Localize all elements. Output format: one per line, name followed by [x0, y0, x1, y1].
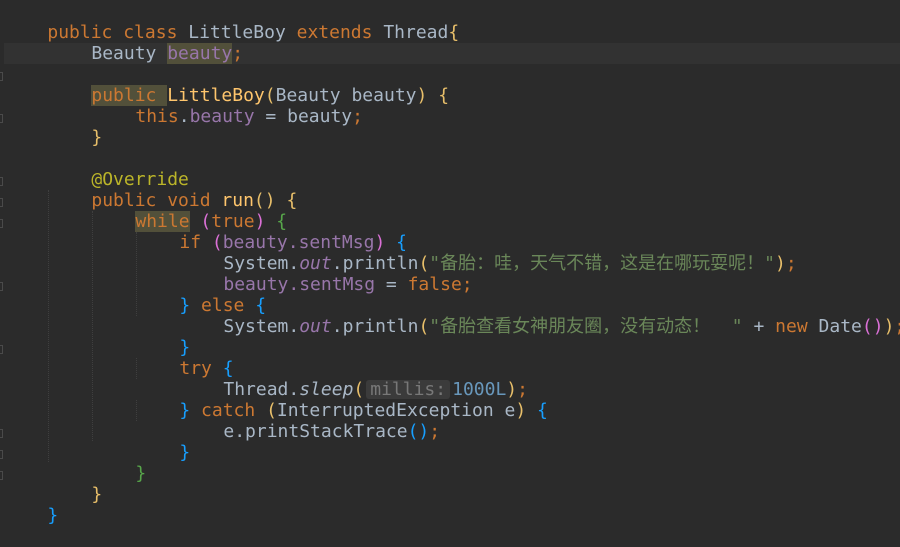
brace: } — [179, 442, 191, 463]
semicolon: ; — [785, 253, 797, 274]
code-line[interactable]: e.printStackTrace(); — [180, 400, 440, 442]
code-line[interactable]: System.out.println("备胎查看女神朋友圈，没有动态！ " + … — [180, 295, 900, 337]
static-field: out — [299, 316, 332, 337]
assignment: = beauty — [254, 106, 353, 127]
brace: { — [537, 400, 548, 421]
string-literal: "备胎查看女神朋友圈，没有动态！ " — [429, 316, 743, 337]
assignment: = — [375, 274, 408, 295]
code-line[interactable]: } catch (InterruptedException e) { — [136, 379, 548, 421]
parent-class: Thread — [383, 22, 449, 43]
type: Beauty — [91, 43, 168, 64]
semicolon: ; — [461, 274, 473, 295]
code-line[interactable]: System.out.println("备胎：哇，天气不错，这是在哪玩耍呢！")… — [180, 232, 796, 274]
code-line[interactable]: if (beauty.sentMsg) { — [136, 211, 407, 253]
code-line[interactable]: } — [4, 484, 58, 526]
brace: } — [47, 505, 59, 526]
class-ref: System. — [223, 316, 300, 337]
code-line[interactable]: } — [48, 463, 102, 505]
field: beauty — [189, 106, 255, 127]
string-literal: "备胎：哇，天气不错，这是在哪玩耍呢！" — [429, 253, 775, 274]
code-line[interactable]: public class LittleBoy extends Thread{ — [4, 1, 459, 43]
fold-marker[interactable] — [0, 219, 3, 228]
code-line[interactable]: } — [48, 106, 102, 148]
method-call: e.printStackTrace — [223, 421, 408, 442]
keyword: extends — [296, 22, 384, 43]
operator: + — [742, 316, 776, 337]
fold-marker[interactable] — [0, 282, 3, 291]
semicolon: ; — [232, 43, 244, 64]
fold-marker[interactable] — [0, 429, 3, 438]
paren: () — [861, 316, 884, 337]
code-line[interactable]: this.beauty = beauty; — [92, 85, 363, 127]
semicolon: ; — [352, 106, 363, 127]
dot: . — [178, 106, 190, 127]
method-call: .println — [331, 316, 419, 337]
code-line[interactable]: } — [136, 316, 190, 358]
brace: } — [135, 463, 147, 484]
field: sentMsg — [299, 274, 376, 295]
code-line[interactable]: public void run() { — [48, 169, 297, 211]
brace: { — [438, 85, 450, 106]
code-line[interactable]: while (true) { — [92, 190, 287, 232]
fold-marker[interactable] — [0, 72, 3, 81]
code-line[interactable]: beauty.sentMsg = false; — [180, 253, 472, 295]
code-line[interactable]: } — [136, 421, 190, 463]
code-line[interactable]: Beauty beauty; — [48, 22, 243, 64]
paren: ) — [515, 400, 538, 421]
fold-marker[interactable] — [0, 114, 3, 123]
semicolon: ; — [894, 316, 900, 337]
code-editor[interactable]: public class LittleBoy extends Thread{ B… — [0, 0, 900, 526]
class-ref: Date — [818, 316, 862, 337]
code-line[interactable]: Thread.sleep(millis: 1000L); — [180, 358, 528, 400]
brace: } — [91, 127, 103, 148]
field: beauty — [167, 43, 233, 64]
fold-marker[interactable] — [0, 471, 3, 480]
paren: ) — [416, 85, 439, 106]
brace: { — [286, 190, 298, 211]
code-line[interactable]: @Override — [48, 148, 189, 190]
fold-marker[interactable] — [0, 177, 3, 186]
fold-marker[interactable] — [0, 345, 3, 354]
paren: ) — [774, 253, 786, 274]
paren: ( — [418, 316, 430, 337]
fold-marker[interactable] — [0, 198, 3, 207]
semicolon: ; — [429, 421, 441, 442]
brace: { — [448, 22, 460, 43]
code-line[interactable]: public LittleBoy(Beauty beauty) { — [48, 64, 449, 106]
paren: ) — [883, 316, 895, 337]
brace: } — [91, 484, 103, 505]
keyword: false — [407, 274, 462, 295]
code-line[interactable]: try { — [136, 337, 233, 379]
code-line[interactable]: } else { — [136, 274, 266, 316]
keyword: new — [775, 316, 819, 337]
keyword: this — [135, 106, 179, 127]
code-line[interactable]: } — [92, 442, 146, 484]
fold-marker[interactable] — [0, 450, 3, 459]
paren: () — [407, 421, 430, 442]
